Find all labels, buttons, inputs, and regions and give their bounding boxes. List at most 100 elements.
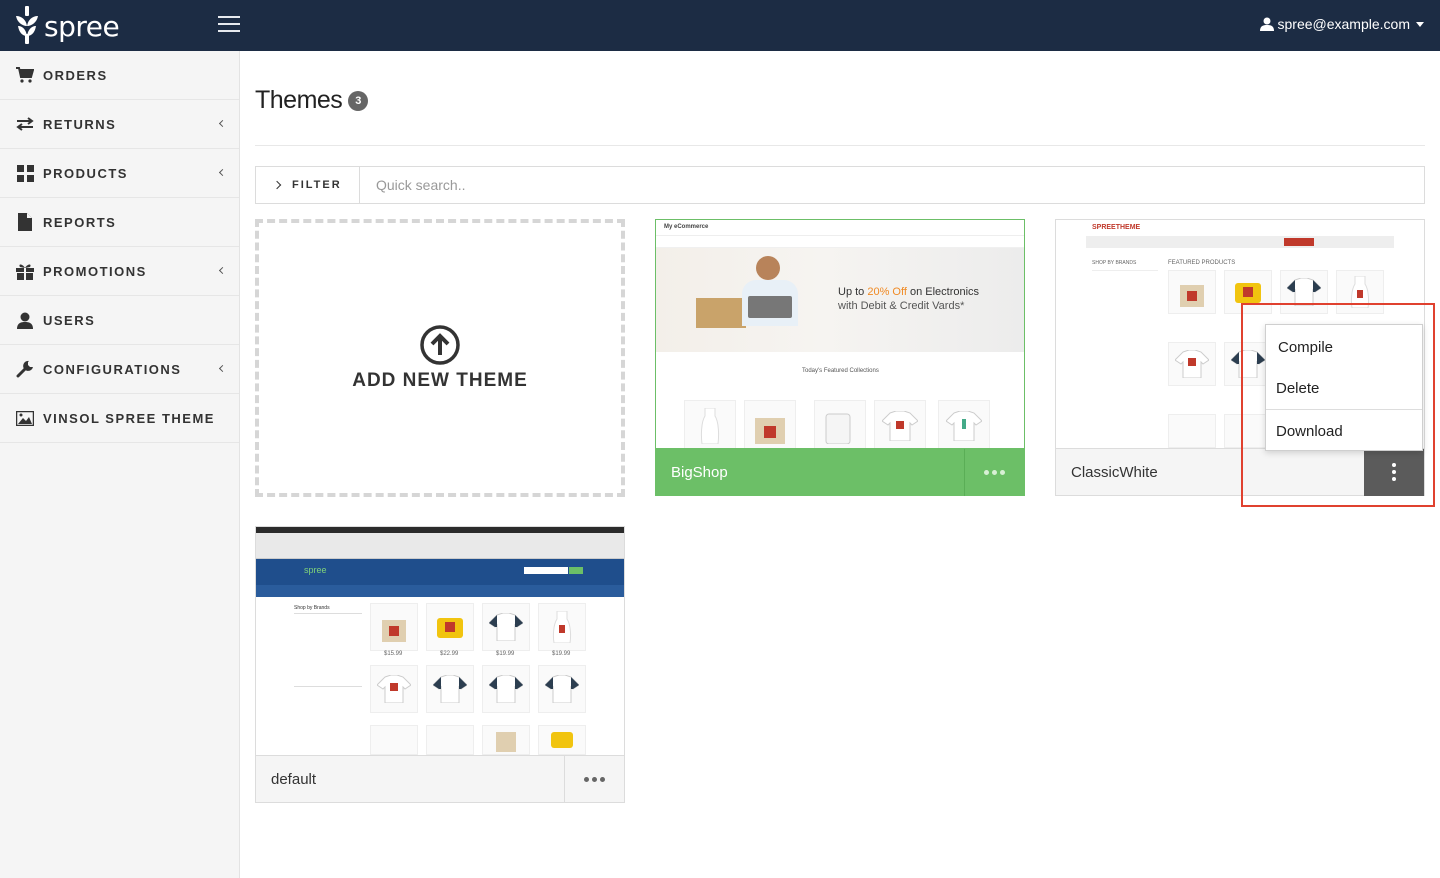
- caret-down-icon: [1416, 21, 1424, 27]
- preview-product: [1168, 270, 1216, 314]
- preview-banner-line2: with Debit & Credit Vards*: [838, 300, 965, 312]
- preview-person-head: [756, 256, 780, 280]
- download-menu-item[interactable]: Download: [1266, 412, 1422, 450]
- preview-product: [426, 603, 474, 651]
- sidebar-item-label: REPORTS: [43, 214, 117, 230]
- preview-product: [814, 400, 866, 448]
- theme-preview-default[interactable]: spree Shop by Brands $15.99 $22.99 $19.9…: [256, 527, 624, 755]
- preview-product: [684, 400, 736, 448]
- sidebar-item-vinsol-spree-theme[interactable]: VINSOL SPREE THEME: [0, 394, 239, 443]
- preview-brand: My eCommerce: [664, 224, 709, 230]
- preview-product: [1280, 270, 1328, 314]
- preview-product: [538, 725, 586, 755]
- chevron-left-icon: [218, 266, 227, 275]
- preview-product: [538, 665, 586, 713]
- preview-box: [696, 298, 746, 328]
- sidebar-item-products[interactable]: PRODUCTS: [0, 149, 239, 198]
- upload-arrow-icon: [420, 325, 460, 365]
- preview-nav: [256, 585, 624, 597]
- preview-product: [482, 725, 530, 755]
- sidebar-item-label: ORDERS: [43, 67, 108, 83]
- preview-section-title: Today's Featured Collections: [802, 368, 879, 374]
- preview-product: [426, 665, 474, 713]
- preview-dept-button: [1284, 238, 1314, 246]
- sidebar-item-label: PROMOTIONS: [43, 263, 147, 279]
- hamburger-line: [218, 23, 240, 25]
- theme-card-footer: default: [256, 755, 624, 803]
- user-account-dropdown[interactable]: spree@example.com: [1259, 16, 1424, 32]
- spree-logo[interactable]: spree: [14, 6, 120, 44]
- preview-product: [1224, 270, 1272, 314]
- quick-search-input[interactable]: [360, 167, 1424, 203]
- sidebar-item-label: PRODUCTS: [43, 165, 128, 181]
- theme-options-button[interactable]: [564, 755, 624, 803]
- preview-price: $22.99: [440, 651, 459, 657]
- preview-product: [370, 603, 418, 651]
- preview-product: [370, 665, 418, 713]
- preview-sidebar-title: SHOP BY BRANDS: [1092, 260, 1137, 266]
- preview-section-title: FEATURED PRODUCTS: [1168, 260, 1236, 266]
- hamburger-line: [218, 30, 240, 32]
- theme-count-badge: 3: [348, 90, 369, 111]
- theme-preview-bigshop[interactable]: My eCommerce Up to 20% Off on Electronic…: [656, 220, 1024, 448]
- page-title: Themes 3: [255, 86, 369, 115]
- more-vertical-icon: [1392, 463, 1396, 481]
- filter-toggle-button[interactable]: FILTER: [256, 167, 360, 203]
- preview-banner: Up to 20% Off on Electronics with Debit …: [656, 248, 1024, 352]
- preview-search: [524, 567, 568, 574]
- preview-shop-by: Shop by Brands: [294, 605, 330, 611]
- sidebar-item-label: USERS: [43, 312, 96, 328]
- sidebar: ORDERS RETURNS PRODUCTS REPORTS PROMOTIO…: [0, 51, 240, 878]
- sidebar-item-configurations[interactable]: CONFIGURATIONS: [0, 345, 239, 394]
- preview-laptop: [748, 296, 792, 318]
- divider: [255, 145, 1425, 146]
- theme-options-button[interactable]: [1364, 448, 1424, 496]
- cart-icon: [15, 65, 35, 85]
- user-icon: [15, 310, 35, 330]
- sidebar-item-label: CONFIGURATIONS: [43, 361, 182, 377]
- sidebar-item-users[interactable]: USERS: [0, 296, 239, 345]
- add-new-theme-button[interactable]: ADD NEW THEME: [255, 219, 625, 497]
- theme-name: BigShop: [671, 463, 728, 481]
- page-title-text: Themes: [255, 86, 343, 114]
- theme-options-menu: Compile Delete Download: [1265, 324, 1423, 451]
- spree-logo-icon: [16, 6, 38, 44]
- delete-menu-item[interactable]: Delete: [1266, 369, 1422, 407]
- filter-bar: FILTER: [255, 166, 1425, 204]
- theme-name: ClassicWhite: [1071, 463, 1158, 481]
- theme-card-bigshop: My eCommerce Up to 20% Off on Electronic…: [655, 219, 1025, 496]
- sidebar-item-orders[interactable]: ORDERS: [0, 51, 239, 100]
- sidebar-item-reports[interactable]: REPORTS: [0, 198, 239, 247]
- preview-product: [938, 400, 990, 448]
- theme-card-footer: ClassicWhite: [1056, 448, 1424, 496]
- preview-product: [1168, 414, 1216, 448]
- menu-divider: [1266, 409, 1422, 410]
- preview-banner-line1: Up to 20% Off on Electronics: [838, 286, 980, 298]
- sidebar-item-label: RETURNS: [43, 116, 117, 132]
- filter-label: FILTER: [292, 179, 342, 191]
- preview-sidebar-list: [1092, 270, 1158, 340]
- more-horizontal-icon: [984, 469, 1005, 475]
- preview-header: [656, 220, 1024, 236]
- preview-product: [1168, 342, 1216, 386]
- theme-options-button[interactable]: [964, 448, 1024, 496]
- preview-browser-chrome: [256, 533, 624, 559]
- sidebar-item-promotions[interactable]: PROMOTIONS: [0, 247, 239, 296]
- preview-product: [874, 400, 926, 448]
- theme-card-default: spree Shop by Brands $15.99 $22.99 $19.9…: [255, 526, 625, 803]
- preview-sidebar-list: [294, 613, 362, 687]
- user-email: spree@example.com: [1277, 16, 1411, 32]
- chevron-right-icon: [272, 180, 282, 190]
- file-icon: [15, 212, 35, 232]
- sidebar-item-returns[interactable]: RETURNS: [0, 100, 239, 149]
- preview-brand: spree: [304, 565, 327, 575]
- chevron-left-icon: [218, 168, 227, 177]
- gift-icon: [15, 261, 35, 281]
- theme-card-footer: BigShop: [656, 448, 1024, 496]
- menu-toggle-button[interactable]: [218, 16, 240, 34]
- wrench-icon: [15, 359, 35, 379]
- preview-product: [1336, 270, 1384, 314]
- logo-text: spree: [44, 9, 120, 43]
- compile-menu-item[interactable]: Compile: [1266, 325, 1422, 369]
- preview-price: $15.99: [384, 651, 403, 657]
